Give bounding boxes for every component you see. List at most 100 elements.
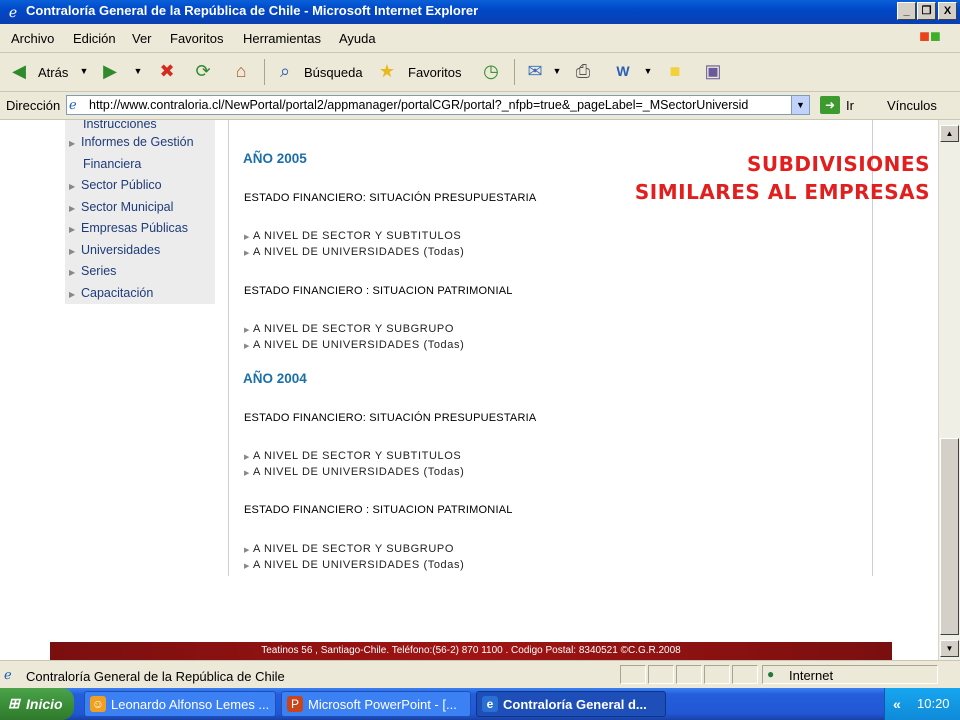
taskbar-item[interactable]: P Microsoft PowerPoint - [... [281,691,471,717]
refresh-icon[interactable]: ⟳ [190,58,216,84]
bullet-icon: ▶ [69,139,76,148]
zone-label: Internet [789,668,834,683]
favorites-button[interactable]: Favoritos [408,65,461,80]
edit-dropdown-icon[interactable]: ▼ [642,58,654,84]
report-link[interactable]: ▶ A NIVEL DE SECTOR Y SUBTITULOS [244,230,461,242]
report-link[interactable]: ▶ A NIVEL DE UNIVERSIDADES (Todas) [244,246,464,258]
maximize-button[interactable]: ❐ [917,2,936,20]
scroll-thumb[interactable] [940,438,959,635]
favorites-star-icon[interactable]: ★ [374,58,400,84]
report-link-label: A NIVEL DE SECTOR Y SUBTITULOS [252,450,462,462]
sidebar-item-sector-publico[interactable]: ▶ Sector Público [69,178,162,192]
menu-ayuda[interactable]: Ayuda [339,31,376,46]
research-icon[interactable]: ▣ [700,58,726,84]
scroll-down-icon[interactable]: ▼ [940,640,959,657]
taskbar-item-active[interactable]: e Contraloría General d... [476,691,666,717]
sidebar-item-series[interactable]: ▶ Series [69,264,116,278]
report-link-label: A NIVEL DE UNIVERSIDADES (Todas) [252,559,465,571]
menu-ver[interactable]: Ver [132,31,152,46]
arrow-icon: ▶ [244,343,250,350]
sidebar: Instrucciones ▶ Informes de Gestión Finan… [65,120,215,304]
close-button[interactable]: X [938,2,957,20]
back-icon[interactable]: ◀ [6,58,32,84]
edit-word-icon[interactable]: W [610,58,636,84]
minimize-button[interactable]: _ [897,2,916,20]
report-link[interactable]: ▶ A NIVEL DE SECTOR Y SUBGRUPO [244,323,454,335]
report-link-label: A NIVEL DE SECTOR Y SUBGRUPO [252,323,454,335]
report-link-label: A NIVEL DE SECTOR Y SUBGRUPO [252,543,454,555]
ie-icon: e [482,696,498,712]
taskbar-item-label: Contraloría General d... [503,697,647,712]
ie-icon: ℯ [8,4,18,20]
back-button[interactable]: Atrás [38,65,68,80]
history-icon[interactable]: ◷ [478,58,504,84]
search-icon[interactable]: ⌕ [272,58,298,84]
menu-archivo[interactable]: Archivo [11,31,54,46]
sidebar-item-capacitacion[interactable]: ▶ Capacitación [69,286,153,300]
sidebar-item-label: Instrucciones [83,120,157,131]
window-title: Contraloría General de la República de C… [26,3,479,18]
home-icon[interactable]: ⌂ [228,58,254,84]
sidebar-item-label: Capacitación [81,286,154,300]
report-link[interactable]: ▶ A NIVEL DE SECTOR Y SUBTITULOS [244,450,461,462]
page-icon: ℯ [4,667,12,682]
sidebar-item-instrucciones[interactable]: Instrucciones [83,120,157,131]
menu-herramientas[interactable]: Herramientas [243,31,321,46]
menu-edicion[interactable]: Edición [73,31,116,46]
report-link-label: A NIVEL DE UNIVERSIDADES (Todas) [252,466,465,478]
sidebar-item-label: Sector Municipal [81,200,174,214]
vertical-scrollbar[interactable]: ▲ ▼ [938,120,960,660]
print-icon[interactable]: ⎙ [570,58,596,84]
section-title: ESTADO FINANCIERO : SITUACION PATRIMONIA… [244,504,513,516]
toolbar-separator [264,59,265,85]
report-link[interactable]: ▶ A NIVEL DE SECTOR Y SUBGRUPO [244,543,454,555]
go-button[interactable]: Ir [846,98,854,113]
windows-logo-icon: ■■ [919,26,941,46]
section-title: ESTADO FINANCIERO: SITUACIÓN PRESUPUESTA… [244,412,537,424]
links-button[interactable]: Vínculos [887,98,937,113]
forward-dropdown-icon[interactable]: ▼ [132,58,144,84]
mail-icon[interactable]: ✉ [522,58,548,84]
taskbar-item[interactable]: ☺ Leonardo Alfonso Lemes ... [84,691,276,717]
address-url[interactable]: http://www.contraloria.cl/NewPortal/port… [89,98,789,112]
powerpoint-icon: P [287,696,303,712]
taskbar-item-label: Microsoft PowerPoint - [... [308,697,457,712]
status-pane [648,665,674,684]
report-link[interactable]: ▶ A NIVEL DE UNIVERSIDADES (Todas) [244,339,464,351]
messenger-icon: ☺ [90,696,106,712]
system-tray: « 10:20 [884,688,960,720]
clock: 10:20 [917,696,950,711]
search-button[interactable]: Búsqueda [304,65,363,80]
stop-icon[interactable]: ✖ [154,58,180,84]
status-bar: ℯ Contraloría General de la República de… [0,660,960,689]
forward-icon[interactable]: ▶ [97,58,123,84]
go-arrow-icon[interactable]: ➜ [820,96,840,114]
report-link[interactable]: ▶ A NIVEL DE UNIVERSIDADES (Todas) [244,466,464,478]
bullet-icon: ▶ [69,225,76,234]
discuss-icon[interactable]: ■ [662,58,688,84]
status-pane [620,665,646,684]
bullet-icon: ▶ [69,182,76,191]
arrow-icon: ▶ [244,470,250,477]
arrow-icon: ▶ [244,327,250,334]
sidebar-item-sector-municipal[interactable]: ▶ Sector Municipal [69,200,173,214]
back-dropdown-icon[interactable]: ▼ [78,58,90,84]
address-input[interactable]: ℯ http://www.contraloria.cl/NewPortal/po… [66,95,810,115]
sidebar-item-financiera[interactable]: Financiera [83,157,141,171]
sidebar-item-universidades[interactable]: ▶ Universidades [69,243,160,257]
bullet-icon: ▶ [69,290,76,299]
section-title: ESTADO FINANCIERO: SITUACIÓN PRESUPUESTA… [244,192,537,204]
status-pane [676,665,702,684]
sidebar-item-informes-gestion[interactable]: ▶ Informes de Gestión [69,135,194,149]
menu-favoritos[interactable]: Favoritos [170,31,223,46]
sidebar-item-empresas-publicas[interactable]: ▶ Empresas Públicas [69,221,188,235]
tray-expand-icon[interactable]: « [893,696,901,712]
scroll-up-icon[interactable]: ▲ [940,125,959,142]
mail-dropdown-icon[interactable]: ▼ [551,58,563,84]
annotation-line: SIMILARES AL EMPRESAS [634,180,930,204]
start-button[interactable]: ⊞ Inicio [0,688,74,720]
arrow-icon: ▶ [244,563,250,570]
sidebar-item-label: Sector Público [81,178,162,192]
address-dropdown-icon[interactable]: ▼ [791,96,809,114]
report-link[interactable]: ▶ A NIVEL DE UNIVERSIDADES (Todas) [244,559,464,571]
